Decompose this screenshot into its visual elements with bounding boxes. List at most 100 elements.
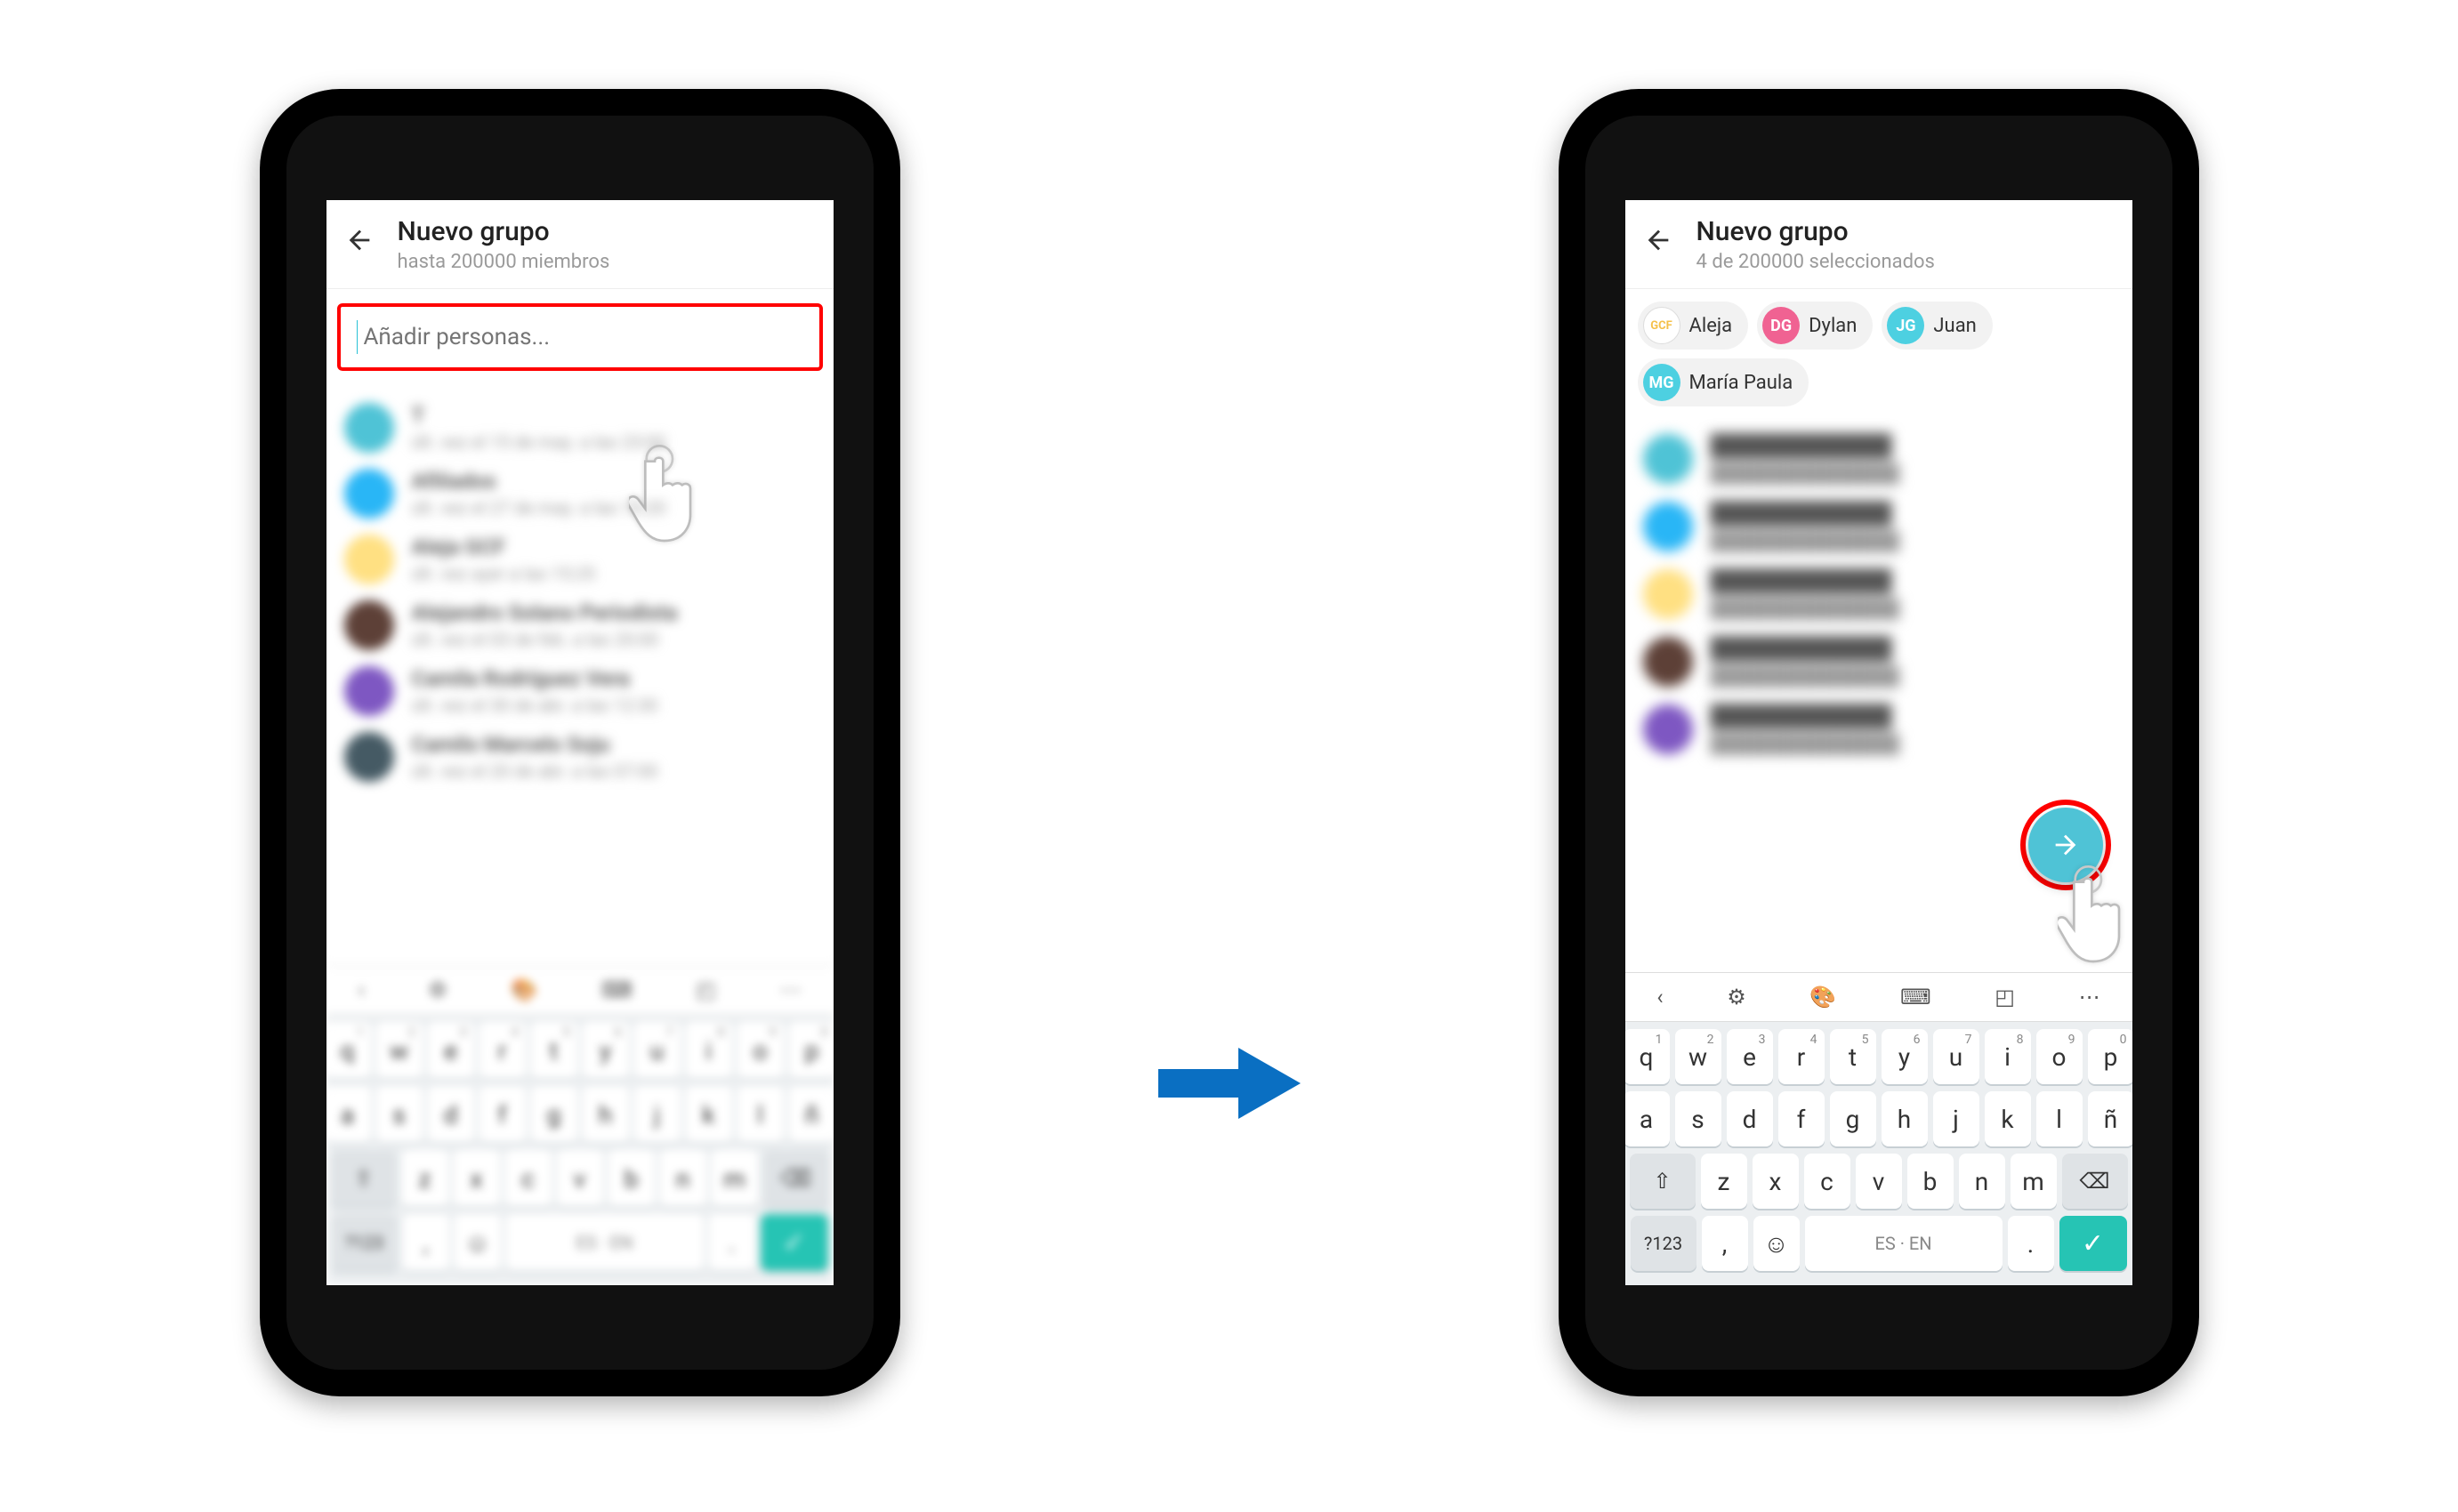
key-f: f [480, 1086, 526, 1143]
back-button[interactable] [344, 225, 389, 263]
list-item[interactable]: Alejandro Solano Periodistaúlt. vez el 0… [344, 600, 816, 650]
chip-label: Juan [1933, 315, 1976, 337]
palette-icon[interactable]: 🎨 [1809, 985, 1836, 1009]
key-k: k [686, 1086, 732, 1143]
key-t[interactable]: t5 [1830, 1029, 1876, 1084]
back-button[interactable] [1643, 225, 1688, 263]
key-b: b [608, 1150, 655, 1207]
key-c[interactable]: c [1804, 1154, 1850, 1209]
key-v[interactable]: v [1856, 1154, 1902, 1209]
key-comma[interactable]: , [1702, 1216, 1748, 1271]
key-backspace: ⌫ [763, 1150, 829, 1207]
key-r: r4 [480, 1022, 526, 1079]
key-o[interactable]: o9 [2036, 1029, 2083, 1084]
key-a[interactable]: a [1625, 1091, 1670, 1146]
key-i[interactable]: i8 [1985, 1029, 2031, 1084]
keyboard-toolbar[interactable]: ‹ ⚙ 🎨 ⌨ ◰ ⋯ [1625, 972, 2132, 1022]
screen-right: Nuevo grupo 4 de 200000 seleccionados GC… [1625, 200, 2132, 1285]
key-h: h [583, 1086, 629, 1143]
key-l: l [737, 1086, 784, 1143]
key-j[interactable]: j [1933, 1091, 1979, 1146]
key-w[interactable]: w2 [1675, 1029, 1721, 1084]
more-icon[interactable]: ⋯ [2079, 985, 2100, 1009]
key-shift: ⇧ [331, 1150, 397, 1207]
key-symbols: ?123 [332, 1214, 398, 1271]
key-g: g [531, 1086, 577, 1143]
contact-list-blurred: Túlt. vez el 15 de may. a las 23:00 Afili… [326, 380, 834, 805]
chevron-left-icon[interactable]: ‹ [1656, 985, 1663, 1009]
key-v: v [557, 1150, 603, 1207]
page-title: Nuevo grupo [1696, 216, 1935, 247]
search-highlight-box [337, 303, 823, 371]
list-item[interactable]: Camilo Marcelo Sojuúlt. vez el 20 de abr… [344, 732, 816, 782]
key-y[interactable]: y6 [1882, 1029, 1928, 1084]
key-m[interactable]: m [2011, 1154, 2057, 1209]
key-emoji[interactable]: ☺ [1753, 1216, 1800, 1271]
key-x[interactable]: x [1753, 1154, 1799, 1209]
sticker-icon[interactable]: ◰ [1995, 985, 2015, 1009]
key-b[interactable]: b [1907, 1154, 1954, 1209]
phone-left: Nuevo grupo hasta 200000 miembros Túlt. … [260, 89, 900, 1396]
gear-icon[interactable]: ⚙ [1727, 985, 1746, 1009]
contact-list-blurred: ███████████████████████████ █████████████… [1625, 412, 2132, 839]
key-y: y6 [583, 1022, 629, 1079]
key-u[interactable]: u7 [1933, 1029, 1979, 1084]
key-k[interactable]: k [1985, 1091, 2031, 1146]
key-enter: ✓ [761, 1214, 828, 1271]
key-w: w2 [376, 1022, 423, 1079]
key-f[interactable]: f [1778, 1091, 1825, 1146]
key-g[interactable]: g [1830, 1091, 1876, 1146]
keyboard-toolbar: ‹⚙🎨⌨◰⋯ [326, 965, 834, 1015]
list-item[interactable]: ███████████████████████████ [1643, 568, 2115, 620]
next-fab-button[interactable] [2028, 808, 2103, 882]
key-comma: , [403, 1214, 449, 1271]
key-d[interactable]: d [1727, 1091, 1773, 1146]
chip-label: Aleja [1689, 315, 1733, 337]
key-t: t5 [531, 1022, 577, 1079]
key-r[interactable]: r4 [1778, 1029, 1825, 1084]
key-q[interactable]: q1 [1625, 1029, 1670, 1084]
key-enter[interactable]: ✓ [2059, 1216, 2127, 1271]
chip-label: María Paula [1689, 372, 1793, 394]
key-z[interactable]: z [1701, 1154, 1747, 1209]
key-period: . [709, 1214, 755, 1271]
list-item[interactable]: Túlt. vez el 15 de may. a las 23:00 [344, 403, 816, 453]
key-e[interactable]: e3 [1727, 1029, 1773, 1084]
key-period[interactable]: . [2008, 1216, 2054, 1271]
key-p[interactable]: p0 [2088, 1029, 2132, 1084]
key-ñ[interactable]: ñ [2088, 1091, 2132, 1146]
key-s[interactable]: s [1675, 1091, 1721, 1146]
list-item[interactable]: Camila Rodríguez Veraúlt. vez el 30 de a… [344, 666, 816, 716]
key-z: z [402, 1150, 448, 1207]
page-subtitle: hasta 200000 miembros [398, 251, 610, 273]
app-header: Nuevo grupo hasta 200000 miembros [326, 200, 834, 289]
key-space[interactable]: ES · EN [1805, 1216, 2003, 1271]
selected-chip[interactable]: GCFAleja [1638, 302, 1749, 350]
key-o: o9 [737, 1022, 784, 1079]
list-item[interactable]: ███████████████████████████ [1643, 704, 2115, 755]
phone-bezel: Nuevo grupo 4 de 200000 seleccionados GC… [1585, 116, 2172, 1370]
page-subtitle: 4 de 200000 seleccionados [1696, 251, 1935, 273]
key-shift[interactable]: ⇧ [1630, 1154, 1696, 1209]
selected-chip[interactable]: MGMaría Paula [1638, 358, 1809, 406]
key-h[interactable]: h [1882, 1091, 1928, 1146]
selected-chip[interactable]: DGDylan [1757, 302, 1873, 350]
list-item[interactable]: ███████████████████████████ [1643, 636, 2115, 688]
transition-arrow-icon [1158, 1039, 1301, 1131]
key-symbols[interactable]: ?123 [1631, 1216, 1696, 1271]
key-n[interactable]: n [1959, 1154, 2005, 1209]
key-u: u7 [634, 1022, 681, 1079]
list-item[interactable]: Afiliadosúlt. vez el 27 de may. a las 10… [344, 469, 816, 519]
key-backspace[interactable]: ⌫ [2062, 1154, 2128, 1209]
keyboard-icon[interactable]: ⌨ [1900, 985, 1931, 1009]
list-item[interactable]: ███████████████████████████ [1643, 433, 2115, 485]
selected-chip[interactable]: JGJuan [1882, 302, 1992, 350]
add-people-input[interactable] [363, 324, 802, 350]
key-space: ES · EN [506, 1214, 704, 1271]
virtual-keyboard[interactable]: ‹ ⚙ 🎨 ⌨ ◰ ⋯ q1w2e3r4t5y6u7i8o9p0 asdfghjklñ ⇧zx… [1625, 972, 2132, 1285]
key-x: x [454, 1150, 500, 1207]
key-l[interactable]: l [2036, 1091, 2083, 1146]
phone-right: Nuevo grupo 4 de 200000 seleccionados GC… [1559, 89, 2199, 1396]
list-item[interactable]: ███████████████████████████ [1643, 501, 2115, 552]
list-item[interactable]: Aleja GCFúlt. vez ayer a las 15:25 [344, 535, 816, 584]
